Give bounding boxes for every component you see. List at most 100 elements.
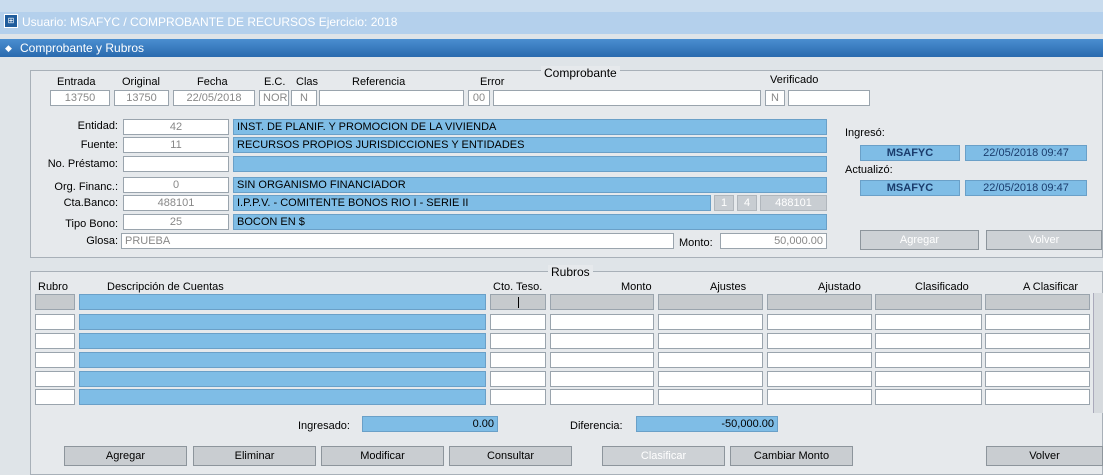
fecha-field[interactable]: 22/05/2018 [173, 90, 255, 106]
grid-cell-a-clasificar[interactable] [985, 352, 1090, 368]
referencia-field[interactable] [319, 90, 464, 106]
grid-cell-cto-teso[interactable] [490, 352, 546, 368]
grid-cell-ajustado[interactable] [767, 333, 872, 349]
error-desc-field[interactable] [493, 90, 761, 106]
grid-cell-ajustes[interactable] [658, 294, 763, 310]
grid-cell-cto-teso[interactable] [490, 333, 546, 349]
rubros-clasificar-button[interactable]: Clasificar [602, 446, 725, 466]
col-descripcion: Descripción de Cuentas [107, 281, 224, 293]
comprobante-agregar-button[interactable]: Agregar [860, 230, 979, 250]
grid-cell-monto[interactable] [550, 371, 654, 387]
comprobante-volver-button[interactable]: Volver [986, 230, 1102, 250]
grid-cell-descripcion[interactable] [79, 314, 486, 330]
entrada-field[interactable]: 13750 [50, 90, 110, 106]
fuente-code-field[interactable]: 11 [123, 137, 229, 153]
grid-cell-ajustes[interactable] [658, 333, 763, 349]
grid-cell-rubro[interactable] [35, 333, 75, 349]
grid-cell-ajustes[interactable] [658, 371, 763, 387]
title-strip [0, 0, 1103, 12]
grid-cell-cto-teso[interactable] [490, 371, 546, 387]
entidad-code-field[interactable]: 42 [123, 119, 229, 135]
grid-cell-rubro[interactable] [35, 352, 75, 368]
entidad-label: Entidad: [77, 120, 118, 132]
rubros-scrollbar[interactable] [1093, 293, 1103, 413]
grid-cell-monto[interactable] [550, 352, 654, 368]
actualizo-date: 22/05/2018 09:47 [965, 180, 1087, 196]
col-cto-teso: Cto. Teso. [493, 281, 543, 293]
grid-cell-ajustes[interactable] [658, 352, 763, 368]
grid-cell-a-clasificar[interactable] [985, 314, 1090, 330]
ingreso-label: Ingresó: [845, 127, 885, 139]
fuente-desc: RECURSOS PROPIOS JURISDICCIONES Y ENTIDA… [233, 137, 827, 153]
grid-cell-descripcion[interactable] [79, 371, 486, 387]
rubros-eliminar-button[interactable]: Eliminar [193, 446, 316, 466]
rubros-consultar-button[interactable]: Consultar [449, 446, 572, 466]
grid-cell-clasificado[interactable] [875, 314, 982, 330]
grid-cell-rubro[interactable] [35, 371, 75, 387]
diferencia-value: -50,000.00 [636, 416, 778, 432]
grid-cell-ajustado[interactable] [767, 389, 872, 405]
header-fecha: Fecha [197, 76, 228, 88]
grid-cell-ajustado[interactable] [767, 294, 872, 310]
window-title: Usuario: MSAFYC / COMPROBANTE DE RECURSO… [22, 15, 398, 29]
grid-cell-clasificado[interactable] [875, 371, 982, 387]
rubros-modificar-button[interactable]: Modificar [321, 446, 444, 466]
ec-field[interactable]: NOR [259, 90, 289, 106]
rubros-section-title: Rubros [548, 265, 593, 279]
cta-banco-label: Cta.Banco: [63, 197, 118, 209]
grid-cell-a-clasificar[interactable] [985, 333, 1090, 349]
ingresado-value: 0.00 [362, 416, 498, 432]
grid-cell-cto-teso[interactable] [490, 389, 546, 405]
grid-cell-monto[interactable] [550, 314, 654, 330]
comprobante-section-title: Comprobante [541, 66, 620, 80]
grid-cell-ajustes[interactable] [658, 314, 763, 330]
rubros-agregar-button[interactable]: Agregar [64, 446, 187, 466]
original-field[interactable]: 13750 [114, 90, 169, 106]
grid-cell-descripcion[interactable] [79, 294, 486, 310]
grid-cell-a-clasificar[interactable] [985, 371, 1090, 387]
grid-cell-clasificado[interactable] [875, 333, 982, 349]
prestamo-code-field[interactable] [123, 156, 229, 172]
rubros-volver-button[interactable]: Volver [986, 446, 1103, 466]
prestamo-label: No. Préstamo: [47, 158, 118, 170]
clas-field[interactable]: N [291, 90, 317, 106]
col-ajustado: Ajustado [818, 281, 861, 293]
grid-cell-clasificado[interactable] [875, 294, 982, 310]
verificado-desc-field[interactable] [788, 90, 870, 106]
grid-cell-descripcion[interactable] [79, 352, 486, 368]
grid-cell-ajustado[interactable] [767, 371, 872, 387]
header-referencia: Referencia [352, 76, 406, 88]
grid-cell-monto[interactable] [550, 389, 654, 405]
grid-cell-a-clasificar[interactable] [985, 389, 1090, 405]
org-financ-code-field[interactable]: 0 [123, 177, 229, 193]
error-field[interactable]: 00 [468, 90, 490, 106]
grid-cell-rubro[interactable] [35, 314, 75, 330]
ingreso-user: MSAFYC [860, 145, 960, 161]
grid-cell-rubro[interactable] [35, 294, 75, 310]
cta-banco-n1: 1 [714, 195, 734, 211]
grid-cell-a-clasificar[interactable] [985, 294, 1090, 310]
org-financ-desc: SIN ORGANISMO FINANCIADOR [233, 177, 827, 193]
grid-cell-monto[interactable] [550, 294, 654, 310]
monto-field[interactable]: 50,000.00 [720, 233, 827, 249]
tipo-bono-code-field[interactable]: 25 [123, 214, 229, 230]
glosa-field[interactable]: PRUEBA [121, 233, 674, 249]
grid-cell-descripcion[interactable] [79, 389, 486, 405]
prestamo-desc [233, 156, 827, 172]
grid-cell-ajustado[interactable] [767, 314, 872, 330]
rubros-cambiar-monto-button[interactable]: Cambiar Monto [730, 446, 853, 466]
grid-cell-clasificado[interactable] [875, 352, 982, 368]
form-icon: ◆ [5, 43, 12, 53]
grid-cell-ajustes[interactable] [658, 389, 763, 405]
grid-cell-ajustado[interactable] [767, 352, 872, 368]
col-clasificado: Clasificado [915, 281, 969, 293]
header-clas: Clas [296, 76, 319, 88]
grid-cell-monto[interactable] [550, 333, 654, 349]
col-ajustes: Ajustes [710, 281, 747, 293]
verificado-field[interactable]: N [765, 90, 785, 106]
grid-cell-descripcion[interactable] [79, 333, 486, 349]
grid-cell-cto-teso[interactable] [490, 314, 546, 330]
grid-cell-clasificado[interactable] [875, 389, 982, 405]
cta-banco-code-field[interactable]: 488101 [123, 195, 229, 211]
grid-cell-rubro[interactable] [35, 389, 75, 405]
